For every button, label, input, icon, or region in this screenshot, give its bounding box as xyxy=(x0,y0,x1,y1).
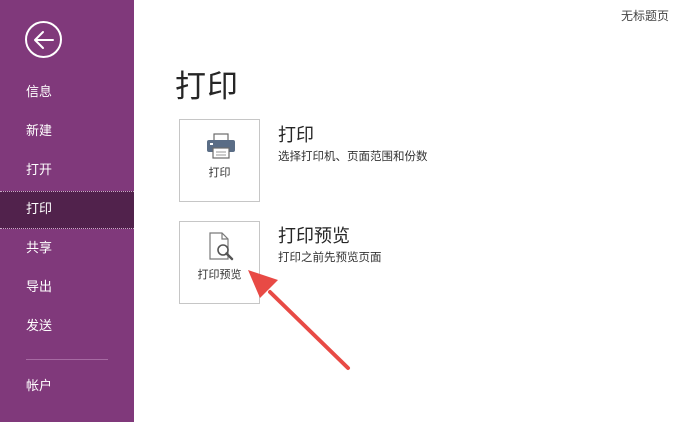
sidebar-item-open[interactable]: 打开 xyxy=(0,152,134,190)
page-title: 打印 xyxy=(175,69,239,105)
backstage-view: 信息 新建 打开 打印 共享 导出 发送 帐户 无标题页 打印 打印 打印 选择… xyxy=(0,0,679,422)
printer-icon xyxy=(207,133,235,159)
document-title: 无标题页 xyxy=(620,9,669,23)
print-option-title: 打印 xyxy=(278,125,314,146)
print-preview-option-title: 打印预览 xyxy=(278,226,350,247)
print-preview-option-description: 打印之前先预览页面 xyxy=(278,250,382,264)
sidebar: 信息 新建 打开 打印 共享 导出 发送 帐户 xyxy=(0,0,134,422)
sidebar-item-export[interactable]: 导出 xyxy=(0,269,134,307)
print-preview-icon xyxy=(209,232,234,261)
back-arrow-icon xyxy=(34,31,54,49)
back-button[interactable] xyxy=(25,21,62,58)
sidebar-item-send[interactable]: 发送 xyxy=(0,308,134,346)
print-button[interactable]: 打印 xyxy=(179,119,260,202)
annotation-arrow-icon xyxy=(248,270,350,370)
sidebar-divider xyxy=(26,359,108,360)
sidebar-item-print[interactable]: 打印 xyxy=(0,191,134,229)
sidebar-item-share[interactable]: 共享 xyxy=(0,230,134,268)
sidebar-item-account[interactable]: 帐户 xyxy=(0,368,134,406)
print-option-description: 选择打印机、页面范围和份数 xyxy=(278,149,428,163)
sidebar-item-new[interactable]: 新建 xyxy=(0,113,134,151)
print-tile-label: 打印 xyxy=(208,166,231,179)
sidebar-item-info[interactable]: 信息 xyxy=(0,74,134,112)
